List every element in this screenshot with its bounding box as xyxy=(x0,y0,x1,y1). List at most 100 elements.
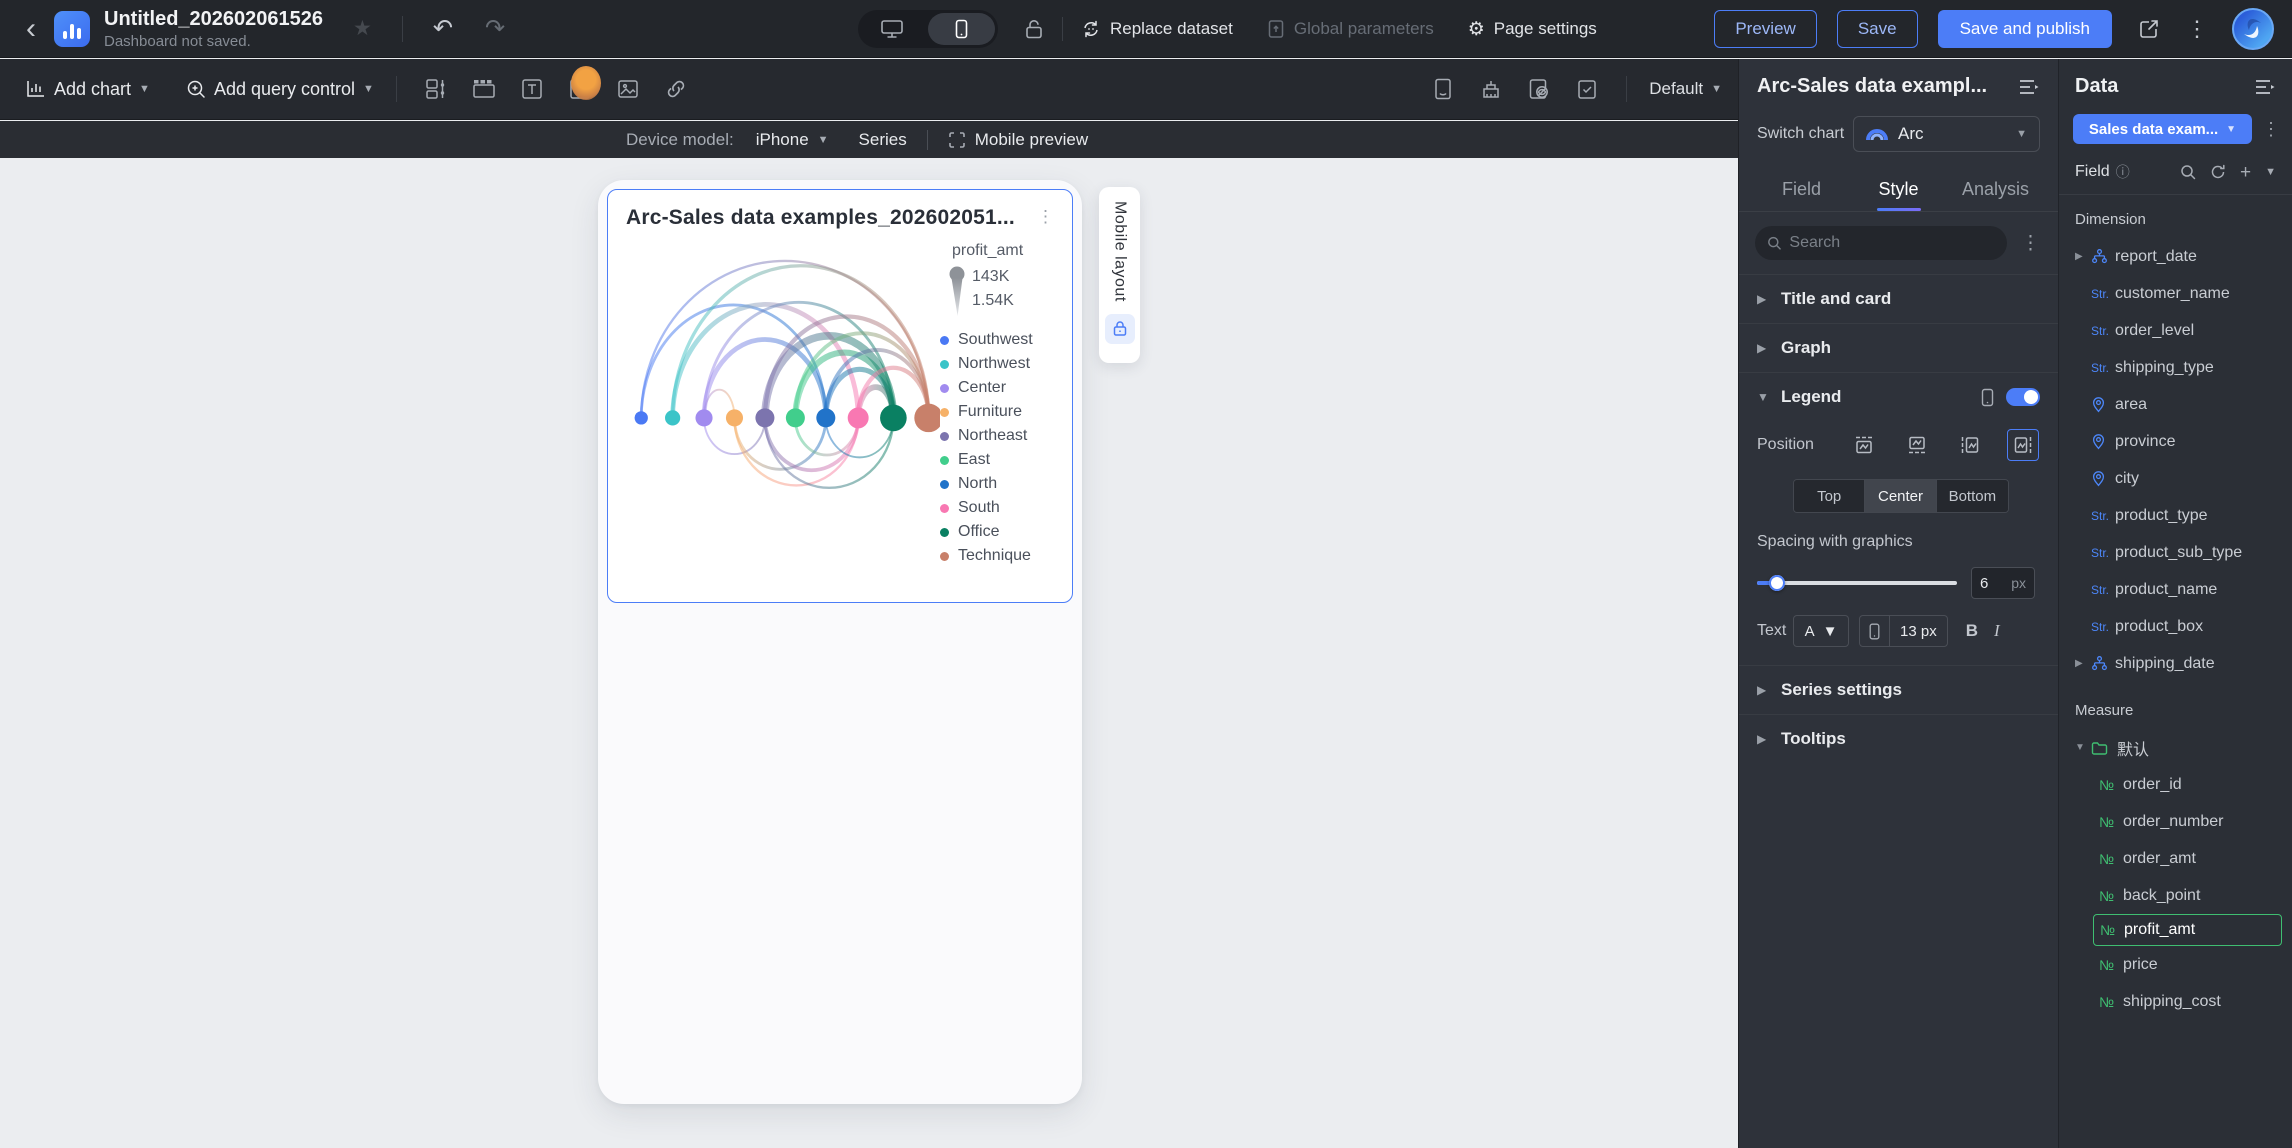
replace-dataset-button[interactable]: Replace dataset xyxy=(1081,19,1233,39)
default-theme-dropdown[interactable]: Default ▼ xyxy=(1649,79,1722,99)
save-button[interactable]: Save xyxy=(1836,10,1918,48)
add-query-control-button[interactable]: Add query control ▼ xyxy=(186,79,374,100)
dataset-selector[interactable]: Sales data exam... ▼ xyxy=(2073,114,2252,144)
spacing-slider[interactable] xyxy=(1757,575,1957,591)
device-mode-toggle[interactable] xyxy=(858,10,998,48)
rich-text-widget-icon[interactable] xyxy=(563,66,601,106)
dataset-options-icon[interactable]: ⋮ xyxy=(2262,119,2280,140)
checklist-icon[interactable] xyxy=(1570,72,1604,106)
dimension-item[interactable]: ▶ shipping_date xyxy=(2059,645,2292,682)
style-search-box[interactable] xyxy=(1755,226,2007,260)
measure-item[interactable]: № shipping_cost xyxy=(2059,983,2292,1020)
legend-position-top-icon[interactable] xyxy=(1848,429,1880,461)
tab-widget-icon[interactable] xyxy=(467,72,501,106)
device-series[interactable]: Series xyxy=(859,130,907,150)
mobile-layout-tab[interactable]: Mobile layout xyxy=(1099,187,1140,363)
save-and-publish-button[interactable]: Save and publish xyxy=(1937,10,2112,48)
section-graph[interactable]: ▶ Graph xyxy=(1739,324,2058,372)
layout-lock-button[interactable] xyxy=(1104,313,1135,344)
search-options-icon[interactable]: ⋮ xyxy=(2017,232,2044,255)
format-brush-icon[interactable] xyxy=(1474,72,1508,106)
field-search-icon[interactable] xyxy=(2180,164,2196,180)
add-field-icon[interactable]: + xyxy=(2240,163,2251,182)
avatar[interactable] xyxy=(2232,8,2274,50)
dimension-item[interactable]: ▶ report_date xyxy=(2059,238,2292,275)
legend-toggle[interactable] xyxy=(2006,388,2040,406)
slider-thumb[interactable] xyxy=(1769,575,1785,591)
chevron-down-icon[interactable]: ▼ xyxy=(2075,742,2091,753)
measure-group-row[interactable]: ▼ 默认 xyxy=(2059,729,2292,766)
undo-icon[interactable]: ↶ xyxy=(433,14,453,43)
dimension-item[interactable]: area xyxy=(2059,386,2292,423)
field-refresh-icon[interactable] xyxy=(2210,164,2226,180)
dimension-item[interactable]: Str. product_name xyxy=(2059,571,2292,608)
section-legend[interactable]: ▼ Legend xyxy=(1739,373,2058,421)
dimension-item[interactable]: Str. order_level xyxy=(2059,312,2292,349)
collapse-panel-icon[interactable] xyxy=(2254,78,2276,96)
font-size-input[interactable]: 13 px xyxy=(1859,615,1948,647)
redo-icon[interactable]: ↷ xyxy=(485,14,505,43)
card-menu-icon[interactable]: ⋮ xyxy=(1033,206,1058,227)
tab-analysis[interactable]: Analysis xyxy=(1947,168,2044,211)
device-model-value[interactable]: iPhone xyxy=(756,130,809,150)
chart-card[interactable]: Arc-Sales data examples_202602051... ⋮ p… xyxy=(607,189,1073,603)
dimension-item[interactable]: Str. product_type xyxy=(2059,497,2292,534)
align-bottom-button[interactable]: Bottom xyxy=(1936,480,2008,512)
chevron-down-icon[interactable]: ▼ xyxy=(818,134,829,146)
dimension-item[interactable]: city xyxy=(2059,460,2292,497)
link-widget-icon[interactable] xyxy=(659,72,693,106)
section-tooltips[interactable]: ▶ Tooltips xyxy=(1739,715,2058,763)
desktop-mode-icon[interactable] xyxy=(858,10,925,48)
component-list-icon[interactable] xyxy=(1426,72,1460,106)
chevron-down-icon[interactable]: ▼ xyxy=(2265,166,2276,178)
spacing-value-input[interactable]: 6 px xyxy=(1971,567,2035,599)
legend-name: Office xyxy=(958,523,1000,540)
page-settings-button[interactable]: ⚙ Page settings xyxy=(1468,19,1597,39)
measure-item[interactable]: № price xyxy=(2059,946,2292,983)
measure-item[interactable]: № order_id xyxy=(2059,766,2292,803)
dimension-item[interactable]: Str. product_sub_type xyxy=(2059,534,2292,571)
dimension-item[interactable]: Str. product_box xyxy=(2059,608,2292,645)
measure-item[interactable]: № back_point xyxy=(2059,877,2292,914)
dimension-item[interactable]: Str. customer_name xyxy=(2059,275,2292,312)
dashboard-logo-icon xyxy=(54,10,90,47)
hidden-components-icon[interactable] xyxy=(1522,72,1556,106)
image-widget-icon[interactable] xyxy=(611,72,645,106)
legend-position-left-icon[interactable] xyxy=(1954,429,1986,461)
section-title-and-card[interactable]: ▶ Title and card xyxy=(1739,275,2058,323)
add-chart-button[interactable]: Add chart ▼ xyxy=(26,79,150,100)
back-icon[interactable]: ‹ xyxy=(22,13,40,44)
dimension-item[interactable]: province xyxy=(2059,423,2292,460)
mobile-preview-button[interactable]: Mobile preview xyxy=(948,130,1088,150)
align-top-button[interactable]: Top xyxy=(1794,480,1866,512)
mobile-mode-icon[interactable] xyxy=(928,13,995,45)
chevron-right-icon[interactable]: ▶ xyxy=(2075,658,2091,669)
search-input[interactable] xyxy=(1789,234,1995,252)
collapse-panel-icon[interactable] xyxy=(2018,78,2040,96)
measure-item[interactable]: № profit_amt xyxy=(2093,914,2282,946)
text-widget-icon[interactable] xyxy=(515,72,549,106)
string-type-icon: Str. xyxy=(2091,323,2110,338)
preview-button[interactable]: Preview xyxy=(1714,10,1817,48)
align-center-button[interactable]: Center xyxy=(1865,480,1937,512)
chevron-right-icon[interactable]: ▶ xyxy=(2075,251,2091,262)
measure-item[interactable]: № order_number xyxy=(2059,803,2292,840)
legend-position-right-icon[interactable] xyxy=(2007,429,2039,461)
measure-item[interactable]: № order_amt xyxy=(2059,840,2292,877)
tab-style[interactable]: Style xyxy=(1850,168,1947,211)
section-series-settings[interactable]: ▶ Series settings xyxy=(1739,666,2058,714)
font-color-dropdown[interactable]: A ▼ xyxy=(1793,615,1849,647)
share-icon[interactable] xyxy=(2138,18,2160,40)
bold-button[interactable]: B xyxy=(1966,621,1978,641)
canvas[interactable]: Arc-Sales data examples_202602051... ⋮ p… xyxy=(0,158,1738,1148)
italic-button[interactable]: I xyxy=(1994,621,2000,641)
filter-widget-icon[interactable] xyxy=(419,72,453,106)
more-options-icon[interactable]: ⋮ xyxy=(2186,18,2208,40)
tab-field[interactable]: Field xyxy=(1753,168,1850,211)
chart-type-dropdown[interactable]: Arc ▼ xyxy=(1853,116,2040,152)
global-parameters-button[interactable]: Global parameters xyxy=(1267,19,1434,39)
favorite-star-icon[interactable]: ★ xyxy=(353,16,372,41)
dimension-item[interactable]: Str. shipping_type xyxy=(2059,349,2292,386)
legend-position-bottom-icon[interactable] xyxy=(1901,429,1933,461)
lock-icon[interactable] xyxy=(1024,18,1044,40)
